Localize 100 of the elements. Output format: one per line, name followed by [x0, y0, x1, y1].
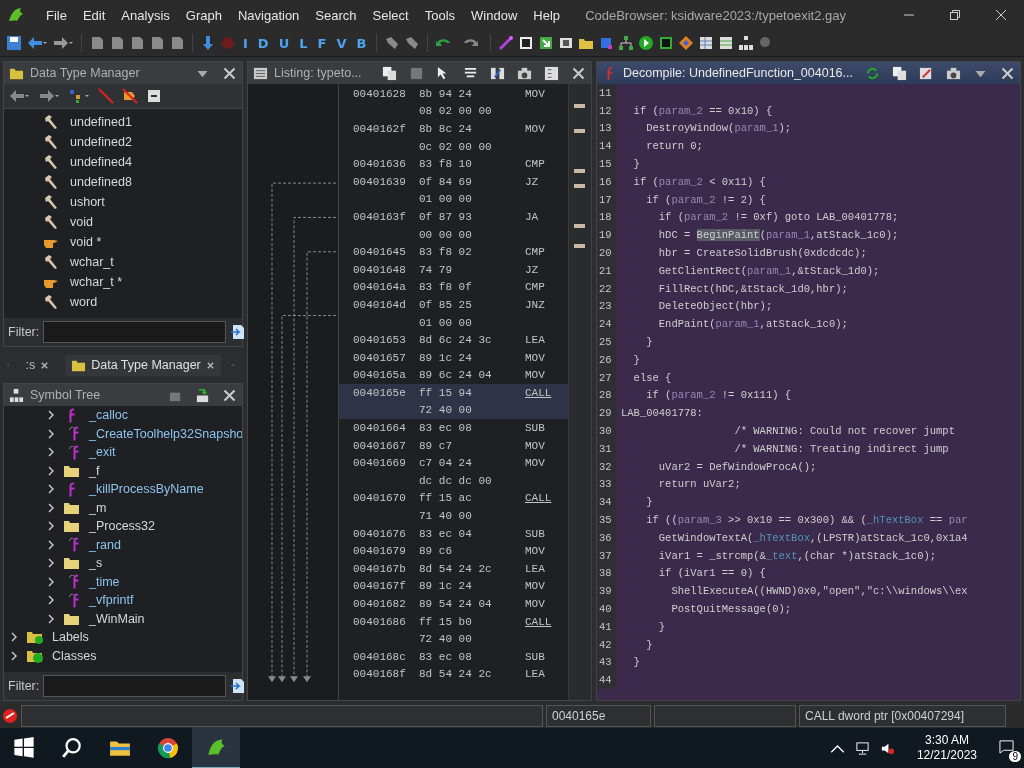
notification-icon[interactable] — [999, 739, 1014, 754]
filter-field[interactable] — [43, 321, 227, 343]
data-type-item[interactable]: undefined2 — [70, 135, 132, 149]
menu-item[interactable]: Graph — [177, 7, 230, 23]
diff-icon[interactable] — [490, 65, 505, 81]
tree-item[interactable]: _killProcessByName — [89, 482, 204, 497]
collapse-icon[interactable] — [146, 88, 162, 104]
menu-item[interactable]: Select — [364, 7, 417, 23]
tree-item[interactable]: _s — [89, 556, 103, 571]
chevron-right-icon[interactable] — [47, 613, 55, 624]
filter-options-icon[interactable] — [230, 324, 247, 340]
mnemonic-link[interactable]: CALL — [525, 615, 552, 628]
close-icon[interactable] — [995, 9, 1007, 21]
copy-icon[interactable] — [382, 65, 397, 81]
data-type-item[interactable]: wchar_t * — [70, 275, 123, 289]
toolbar-letter-button[interactable]: U — [275, 35, 293, 51]
filter-options-icon[interactable] — [230, 678, 247, 694]
back-arrow-icon[interactable] — [26, 35, 48, 51]
down-arrow-icon[interactable] — [200, 35, 216, 51]
close-icon[interactable] — [571, 65, 586, 81]
chevron-right-icon[interactable] — [47, 447, 55, 458]
toolbar-letter-button[interactable]: I — [240, 35, 251, 51]
menu-item[interactable]: Help — [525, 7, 569, 23]
tree-item[interactable]: _CreateToolhelp32Snapsho — [89, 426, 242, 441]
tree-item[interactable]: _time — [89, 574, 120, 589]
filter-off-icon[interactable] — [122, 88, 138, 104]
menu-item[interactable]: Window — [463, 7, 526, 23]
data-type-item[interactable]: undefined8 — [70, 175, 132, 189]
menu-item[interactable]: Edit — [74, 7, 114, 23]
chevron-right-icon[interactable] — [10, 632, 18, 643]
data-type-item[interactable]: void — [70, 215, 93, 229]
data-type-item[interactable]: undefined1 — [70, 115, 132, 129]
page-icon[interactable] — [149, 35, 165, 51]
table-icon[interactable] — [698, 35, 715, 51]
data-type-item[interactable]: void * — [70, 235, 102, 249]
tree-item[interactable]: _f — [89, 463, 100, 478]
tab[interactable]: :s — [25, 358, 36, 372]
chevron-right-icon[interactable] — [47, 595, 55, 606]
page-icon[interactable] — [89, 35, 105, 51]
forward-arrow-icon[interactable] — [52, 35, 74, 51]
tree-item[interactable]: _Process32 — [89, 519, 155, 534]
close-icon[interactable] — [222, 65, 237, 81]
menu-item[interactable]: Search — [307, 7, 365, 23]
data-type-item[interactable]: wchar_t — [70, 255, 114, 269]
close-icon[interactable] — [222, 387, 237, 403]
windows-start-icon[interactable] — [12, 737, 36, 759]
tree-item[interactable]: _vfprintf — [89, 593, 134, 608]
menu-item[interactable]: Tools — [416, 7, 464, 23]
diamond-icon[interactable] — [678, 35, 695, 51]
camera-icon[interactable] — [517, 65, 532, 81]
page-icon[interactable] — [129, 35, 145, 51]
clock-time[interactable]: 3:30 AM — [924, 733, 969, 748]
close-icon[interactable] — [205, 360, 215, 370]
film-icon[interactable] — [558, 35, 575, 51]
wand-icon[interactable] — [498, 35, 515, 51]
tree-item[interactable]: _WinMain — [89, 611, 145, 626]
tool-icon[interactable] — [404, 35, 421, 51]
menu-item[interactable]: Analysis — [113, 7, 178, 23]
toolbar-letter-button[interactable]: B — [353, 35, 370, 51]
toolbar-letter-button[interactable]: V — [333, 35, 350, 51]
page-icon[interactable] — [169, 35, 185, 51]
chevron-right-icon[interactable] — [47, 539, 55, 550]
layout-icon[interactable] — [544, 65, 559, 81]
search-icon[interactable] — [60, 737, 84, 759]
data-type-item[interactable]: word — [70, 295, 98, 309]
tree-item[interactable]: _m — [89, 500, 107, 515]
mnemonic-link[interactable]: CALL — [525, 386, 552, 399]
tree-item[interactable]: _exit — [89, 445, 116, 460]
filter-off-icon[interactable] — [98, 88, 114, 104]
paste-icon[interactable] — [409, 65, 424, 81]
back-arrow-icon[interactable] — [8, 88, 30, 104]
tree-item[interactable]: _calloc — [89, 408, 128, 423]
chevron-right-icon[interactable] — [47, 576, 55, 587]
chevron-right-icon[interactable] — [47, 465, 55, 476]
table-icon[interactable] — [718, 35, 735, 51]
menu-item[interactable]: File — [38, 7, 75, 23]
hierarchy-icon[interactable] — [738, 35, 755, 51]
save-icon[interactable] — [6, 35, 22, 51]
toolbar-letter-button[interactable]: F — [314, 35, 330, 51]
data-type-item[interactable]: undefined4 — [70, 155, 132, 169]
chevron-right-icon[interactable] — [47, 521, 55, 532]
forward-arrow-icon[interactable] — [38, 88, 60, 104]
camera-icon[interactable] — [946, 65, 961, 81]
tree-item[interactable]: Labels — [52, 630, 89, 645]
clock-date[interactable]: 12/21/2023 — [916, 748, 977, 763]
restore-icon[interactable] — [949, 9, 961, 21]
arrow-box-icon[interactable] — [538, 35, 555, 51]
chevron-right-icon[interactable] — [47, 502, 55, 513]
toolbar-letter-button[interactable]: D — [254, 35, 272, 51]
import-icon[interactable] — [195, 387, 210, 403]
tool-icon[interactable] — [384, 35, 401, 51]
mnemonic-link[interactable]: CALL — [525, 492, 552, 505]
chevron-right-icon[interactable] — [47, 428, 55, 439]
toolbar-letter-button[interactable]: L — [296, 35, 311, 51]
page-icon[interactable] — [109, 35, 125, 51]
chevron-right-icon[interactable] — [10, 650, 18, 661]
dragon-app-icon[interactable] — [192, 727, 240, 768]
hierarchy-icon[interactable] — [68, 88, 90, 104]
chevron-right-icon[interactable] — [47, 410, 55, 421]
browser-icon[interactable] — [156, 737, 180, 759]
